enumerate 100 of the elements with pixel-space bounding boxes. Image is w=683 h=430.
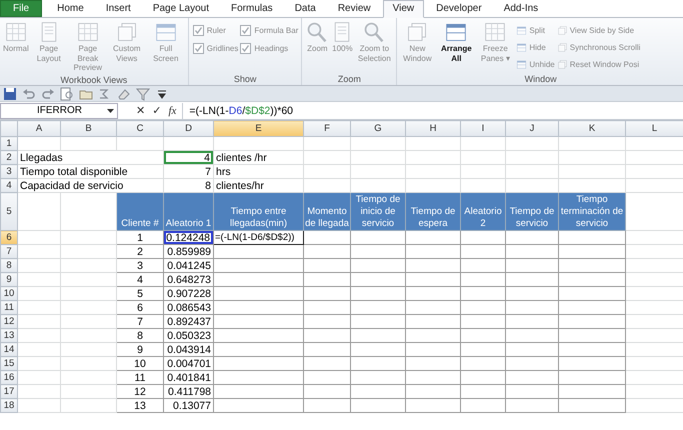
window-icon bbox=[516, 24, 528, 36]
checkbox-label: Gridlines bbox=[206, 44, 238, 53]
column-header[interactable]: E bbox=[214, 120, 304, 136]
row-header[interactable]: 16 bbox=[0, 370, 18, 384]
column-header[interactable]: B bbox=[60, 120, 116, 136]
table-cell: 0.13077 bbox=[164, 398, 214, 412]
window-icon bbox=[516, 42, 528, 52]
sheet-text: Llegadas bbox=[18, 150, 164, 164]
column-header[interactable]: J bbox=[506, 120, 558, 136]
undo-icon[interactable] bbox=[22, 86, 36, 100]
row-header[interactable]: 13 bbox=[0, 328, 18, 342]
table-header: Aleatorio 1 bbox=[164, 192, 214, 230]
group-label: Show bbox=[232, 73, 258, 85]
pages-icon bbox=[556, 42, 568, 52]
formula-input[interactable]: =(-LN(1-D6/$D$2))*60 bbox=[182, 102, 683, 118]
dropdown-icon bbox=[107, 108, 114, 112]
table-cell: 0.892437 bbox=[164, 314, 214, 328]
table-cell: 1 bbox=[116, 230, 164, 244]
table-cell: 0.907228 bbox=[164, 286, 214, 300]
table-cell: 0.401841 bbox=[164, 370, 214, 384]
row-header[interactable]: 14 bbox=[0, 342, 18, 356]
table-cell: 3 bbox=[116, 258, 164, 272]
sheet-value: 7 bbox=[164, 164, 214, 178]
row-header[interactable]: 11 bbox=[0, 300, 18, 314]
formula-button[interactable]: fx bbox=[168, 104, 176, 118]
checkbox-label: Ruler bbox=[206, 26, 226, 35]
pages-icon bbox=[556, 58, 568, 70]
column-header[interactable]: G bbox=[350, 120, 406, 136]
ribbon-tab[interactable]: Data bbox=[284, 0, 326, 17]
table-cell: 0.043914 bbox=[164, 342, 214, 356]
row-header[interactable]: 8 bbox=[0, 258, 18, 272]
table-cell: 11 bbox=[116, 370, 164, 384]
ribbon-tab[interactable]: Page Layout bbox=[142, 0, 219, 17]
table-header: Cliente # bbox=[116, 192, 164, 230]
ribbon-tab[interactable]: Formulas bbox=[221, 0, 283, 17]
window-icon bbox=[154, 21, 178, 43]
table-cell: 0.124248 bbox=[164, 230, 214, 244]
row-header[interactable]: 7 bbox=[0, 244, 18, 258]
row-header[interactable]: 6 bbox=[0, 230, 18, 244]
row-header[interactable]: 15 bbox=[0, 356, 18, 370]
column-header[interactable]: K bbox=[558, 120, 626, 136]
sheet-text: hrs bbox=[214, 164, 304, 178]
column-header[interactable]: I bbox=[460, 120, 506, 136]
ribbon-tab[interactable]: Add-Ins bbox=[494, 0, 548, 17]
row-header[interactable]: 1 bbox=[0, 136, 18, 150]
table-header: Tiempo de inicio de servicio bbox=[350, 192, 406, 230]
table-cell: 0.859989 bbox=[164, 244, 214, 258]
pages-icon bbox=[556, 24, 568, 36]
ribbon-tab[interactable]: Insert bbox=[96, 0, 141, 17]
ribbon-tab[interactable]: Review bbox=[328, 0, 381, 17]
grid-icon bbox=[76, 21, 100, 43]
table-header: Tiempo terminación de servicio bbox=[558, 192, 626, 230]
name-box[interactable]: IFERROR bbox=[0, 102, 118, 118]
row-header[interactable]: 17 bbox=[0, 384, 18, 398]
row-header[interactable]: 18 bbox=[0, 398, 18, 412]
table-cell: 0.086543 bbox=[164, 300, 214, 314]
row-header[interactable]: 12 bbox=[0, 314, 18, 328]
row-header[interactable]: 5 bbox=[0, 192, 18, 230]
sheet-text: clientes /hr bbox=[214, 150, 304, 164]
row-header[interactable]: 10 bbox=[0, 286, 18, 300]
grid-icon bbox=[4, 21, 28, 43]
sheet-text: Tiempo total disponible bbox=[18, 164, 164, 178]
checkbox-label: Formula Bar bbox=[254, 26, 298, 35]
row-header[interactable]: 2 bbox=[0, 150, 18, 164]
ribbon-tab[interactable]: View bbox=[382, 0, 424, 18]
cell-editor[interactable]: =(-LN(1-D6/$D$2)) bbox=[214, 230, 304, 244]
save-icon[interactable] bbox=[3, 86, 17, 100]
formula-button[interactable]: ✓ bbox=[152, 104, 162, 118]
row-header[interactable]: 9 bbox=[0, 272, 18, 286]
ribbon-tab[interactable]: Developer bbox=[426, 0, 492, 17]
column-header[interactable]: C bbox=[116, 120, 164, 136]
select-all-corner[interactable] bbox=[0, 120, 18, 136]
table-cell: 12 bbox=[116, 384, 164, 398]
ribbon-tab[interactable]: Home bbox=[47, 0, 94, 17]
column-header[interactable]: D bbox=[164, 120, 214, 136]
table-cell: 13 bbox=[116, 398, 164, 412]
formula-button[interactable]: ✕ bbox=[136, 104, 146, 118]
ribbon-button[interactable]: Arrange All bbox=[437, 20, 476, 64]
table-header: Tiempo de servicio bbox=[506, 192, 558, 230]
column-header[interactable]: F bbox=[304, 120, 350, 136]
table-cell: 2 bbox=[116, 244, 164, 258]
row-header[interactable]: 4 bbox=[0, 178, 18, 192]
column-header[interactable]: H bbox=[406, 120, 460, 136]
file-tab[interactable]: File bbox=[0, 0, 42, 17]
table-cell: 7 bbox=[116, 314, 164, 328]
table-cell: 5 bbox=[116, 286, 164, 300]
column-header[interactable]: L bbox=[626, 120, 683, 136]
window-icon bbox=[516, 58, 528, 70]
grid-icon bbox=[483, 21, 508, 43]
table-cell: 0.041245 bbox=[164, 258, 214, 272]
window-icon bbox=[444, 21, 468, 43]
table-header: Momento de llegada bbox=[304, 192, 350, 230]
group-label: Window bbox=[524, 73, 558, 85]
redo-icon[interactable] bbox=[41, 86, 55, 100]
row-header[interactable]: 3 bbox=[0, 164, 18, 178]
table-cell: 10 bbox=[116, 356, 164, 370]
magnifier-icon[interactable] bbox=[60, 86, 74, 100]
table-cell: 0.050323 bbox=[164, 328, 214, 342]
column-header[interactable]: A bbox=[18, 120, 60, 136]
sheet-value: 4 bbox=[164, 150, 214, 164]
